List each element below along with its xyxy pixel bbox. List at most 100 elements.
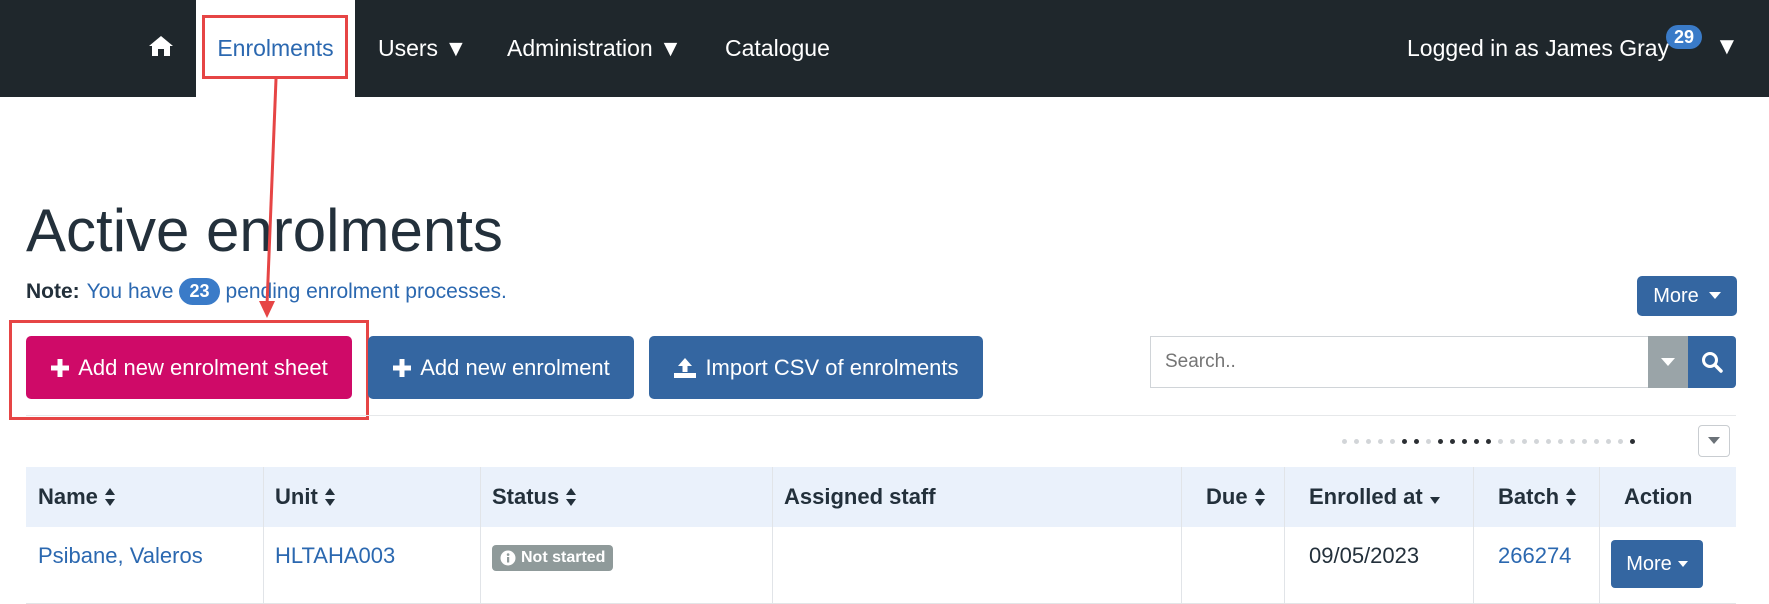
scroll-dot [1378,439,1383,444]
scroll-dot [1510,439,1515,444]
scroll-dot [1498,439,1503,444]
column-header-status[interactable]: Status [480,467,577,527]
scroll-dot [1606,439,1611,444]
nav-administration[interactable]: Administration ▼ [507,0,682,97]
cell-unit[interactable]: HLTAHA003 [263,527,395,604]
scroll-dot [1630,439,1635,444]
column-header-action: Action [1612,467,1692,527]
caret-down-icon [1708,292,1721,300]
nav-home[interactable] [146,0,176,97]
column-header-assigned-staff: Assigned staff [772,467,936,527]
status-label: Not started [521,549,606,566]
column-header-label: Unit [275,484,318,509]
scroll-dot [1426,439,1431,444]
column-header-label: Batch [1498,484,1560,509]
user-menu-label: Logged in as James Gray [1407,35,1670,61]
add-enrolment-sheet-label: Add new enrolment sheet [78,354,328,380]
sort-icon [324,487,336,507]
upload-icon [673,357,697,379]
sort-icon [1254,487,1266,507]
column-divider [1284,467,1285,604]
note-suffix[interactable]: pending enrolment processes. [226,280,507,304]
scroll-dot [1546,439,1551,444]
pending-count-badge[interactable]: 23 [179,278,220,305]
row-more-label: More [1626,552,1672,575]
scroll-dot [1402,439,1407,444]
scroll-dot [1342,439,1347,444]
note-prefix[interactable]: You have [87,280,174,304]
page-title: Active enrolments [26,197,503,264]
table-row: Psibane, Valeros HLTAHA003 Not started 0… [26,527,1736,604]
cell-enrolled-at: 09/05/2023 [1309,543,1420,568]
cell-batch[interactable]: 266274 [1486,527,1571,604]
nav-enrolments[interactable]: Enrolments [196,0,355,97]
add-enrolment-label: Add new enrolment [420,354,610,380]
column-header-label: Status [492,484,560,509]
user-menu[interactable]: Logged in as James Gray [1407,0,1669,97]
column-divider [1473,467,1474,604]
note-label: Note: [26,279,80,303]
column-header-batch[interactable]: Batch [1486,467,1577,527]
nav-users-label: Users ▼ [378,35,468,61]
search-button[interactable] [1688,336,1736,388]
toolbar-divider [26,415,1736,416]
column-divider [772,467,773,604]
scroll-indicator[interactable] [1342,439,1635,444]
column-header-name[interactable]: Name [26,467,116,527]
scroll-dot [1594,439,1599,444]
column-header-due[interactable]: Due [1194,467,1266,527]
scroll-dot [1474,439,1479,444]
column-divider [1181,467,1182,604]
user-menu-caret[interactable]: ▼ [1715,33,1739,61]
column-header-unit[interactable]: Unit [263,467,336,527]
column-toggle-button[interactable] [1698,425,1730,457]
scroll-dot [1354,439,1359,444]
column-header-label: Action [1624,484,1693,509]
sort-icon [1565,487,1577,507]
plus-icon [392,358,412,378]
search-filter-dropdown[interactable] [1648,336,1688,388]
add-enrolment-button[interactable]: Add new enrolment [368,336,634,399]
scroll-dot [1570,439,1575,444]
scroll-dot [1558,439,1563,444]
search-icon [1701,351,1723,373]
column-divider [1599,467,1600,604]
plus-icon [50,358,70,378]
scroll-dot [1618,439,1623,444]
scroll-dot [1366,439,1371,444]
sort-desc-icon [1429,487,1441,507]
scroll-dot [1582,439,1587,444]
search-input[interactable] [1150,336,1648,388]
nav-users[interactable]: Users ▼ [378,0,467,97]
column-divider [263,467,264,604]
import-csv-button[interactable]: Import CSV of enrolments [649,336,983,399]
column-header-label: Due [1206,484,1248,509]
column-header-label: Name [38,484,98,509]
nav-catalogue[interactable]: Catalogue [725,0,830,97]
caret-down-icon [1708,437,1720,445]
scroll-dot [1534,439,1539,444]
pending-note: Note: You have 23 pending enrolment proc… [26,278,507,305]
sort-icon [104,487,116,507]
info-icon [500,550,516,566]
more-button[interactable]: More [1637,276,1737,316]
sort-icon [565,487,577,507]
add-enrolment-sheet-button[interactable]: Add new enrolment sheet [26,336,352,399]
nav-enrolments-label: Enrolments [217,35,334,61]
cell-name[interactable]: Psibane, Valeros [26,527,203,604]
scroll-dot [1486,439,1491,444]
caret-down-icon [1661,357,1675,367]
nav-administration-label: Administration ▼ [507,35,682,61]
column-header-enrolled-at[interactable]: Enrolled at [1297,467,1441,527]
row-more-button[interactable]: More [1611,540,1703,588]
more-button-label: More [1653,284,1699,307]
notification-badge[interactable]: 29 [1666,25,1703,49]
scroll-dot [1450,439,1455,444]
column-divider [480,467,481,604]
home-icon[interactable] [148,34,174,64]
cell-assigned-staff [772,527,784,604]
scroll-dot [1438,439,1443,444]
nav-catalogue-label: Catalogue [725,35,830,61]
scroll-dot [1414,439,1419,444]
scroll-dot [1522,439,1527,444]
